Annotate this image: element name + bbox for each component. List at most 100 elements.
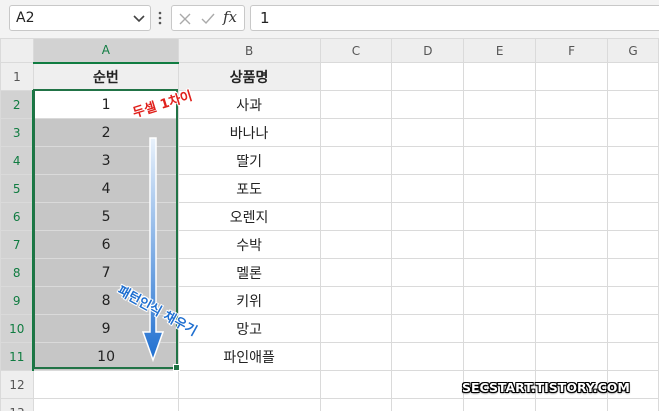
cell[interactable] [391, 342, 465, 371]
cell[interactable] [391, 174, 465, 203]
row-header[interactable]: 8 [0, 258, 35, 287]
cell[interactable] [319, 174, 393, 203]
cell[interactable] [319, 62, 393, 91]
product-cell[interactable]: 딸기 [177, 146, 321, 175]
cell[interactable] [463, 398, 537, 411]
cell[interactable] [391, 314, 465, 343]
row-header[interactable]: 3 [0, 118, 35, 147]
product-cell[interactable]: 망고 [177, 314, 321, 343]
cell[interactable] [463, 258, 537, 287]
product-cell[interactable]: 수박 [177, 230, 321, 259]
cell[interactable] [607, 62, 659, 91]
column-header-e[interactable]: E [463, 38, 537, 63]
cell[interactable] [391, 118, 465, 147]
cell[interactable] [535, 90, 609, 119]
column-header-c[interactable]: C [319, 38, 393, 63]
cell[interactable] [607, 146, 659, 175]
cell[interactable] [391, 258, 465, 287]
cell[interactable] [535, 174, 609, 203]
chevron-down-icon[interactable] [132, 11, 146, 25]
product-cell[interactable]: 오렌지 [177, 202, 321, 231]
row-header[interactable]: 13 [0, 398, 34, 411]
cancel-icon[interactable] [178, 12, 192, 26]
cell[interactable] [463, 174, 537, 203]
fill-handle[interactable] [173, 364, 180, 371]
cell[interactable] [607, 230, 659, 259]
header-cell-number[interactable]: 순번 [32, 62, 179, 91]
cell[interactable] [607, 314, 659, 343]
cell[interactable] [319, 230, 393, 259]
row-header[interactable]: 5 [0, 174, 35, 203]
cell[interactable] [463, 230, 537, 259]
row-header[interactable]: 1 [0, 62, 34, 91]
cell[interactable] [535, 62, 609, 91]
row-header[interactable]: 11 [0, 342, 35, 371]
cell[interactable] [319, 118, 393, 147]
row-header[interactable]: 2 [0, 90, 35, 119]
cell[interactable] [535, 258, 609, 287]
cell[interactable] [177, 370, 321, 399]
cell[interactable] [32, 398, 179, 411]
cell[interactable] [463, 90, 537, 119]
cell[interactable] [463, 118, 537, 147]
cell[interactable] [319, 370, 393, 399]
column-header-g[interactable]: G [607, 38, 659, 63]
cell[interactable] [319, 146, 393, 175]
cell[interactable] [535, 146, 609, 175]
column-header-a[interactable]: A [32, 38, 179, 64]
cell[interactable] [607, 90, 659, 119]
cell[interactable] [535, 286, 609, 315]
cell[interactable] [535, 230, 609, 259]
cell[interactable] [535, 342, 609, 371]
column-header-f[interactable]: F [535, 38, 609, 63]
cell[interactable] [463, 202, 537, 231]
product-cell[interactable]: 키위 [177, 286, 321, 315]
more-options-icon[interactable] [157, 9, 163, 27]
cell[interactable] [463, 62, 537, 91]
product-cell[interactable]: 사과 [177, 90, 321, 119]
product-cell[interactable]: 멜론 [177, 258, 321, 287]
cell[interactable] [319, 342, 393, 371]
cell[interactable] [391, 90, 465, 119]
header-cell-product[interactable]: 상품명 [177, 62, 321, 91]
cell[interactable] [319, 90, 393, 119]
row-header[interactable]: 10 [0, 314, 35, 343]
select-all-corner[interactable] [0, 38, 34, 63]
cell[interactable] [32, 370, 179, 399]
cell[interactable] [319, 398, 393, 411]
cell[interactable] [607, 174, 659, 203]
cell[interactable] [391, 286, 465, 315]
name-box[interactable]: A2 [9, 5, 151, 31]
cell[interactable] [463, 146, 537, 175]
cell[interactable] [535, 398, 609, 411]
cell[interactable] [535, 202, 609, 231]
cell[interactable] [177, 398, 321, 411]
cell[interactable] [391, 202, 465, 231]
cell[interactable] [463, 286, 537, 315]
cell[interactable] [535, 118, 609, 147]
cell[interactable] [391, 370, 465, 399]
product-cell[interactable]: 바나나 [177, 118, 321, 147]
cell[interactable] [463, 314, 537, 343]
column-header-d[interactable]: D [391, 38, 465, 63]
check-icon[interactable] [200, 12, 216, 26]
cell[interactable] [607, 258, 659, 287]
cell[interactable] [607, 118, 659, 147]
row-header[interactable]: 4 [0, 146, 35, 175]
cell[interactable] [607, 286, 659, 315]
cell[interactable] [319, 258, 393, 287]
product-cell[interactable]: 포도 [177, 174, 321, 203]
row-header[interactable]: 12 [0, 370, 34, 399]
cell[interactable] [391, 62, 465, 91]
cell[interactable] [319, 202, 393, 231]
column-header-b[interactable]: B [177, 38, 321, 63]
formula-input[interactable]: 1 [250, 5, 659, 31]
cell[interactable] [607, 398, 659, 411]
row-header[interactable]: 6 [0, 202, 35, 231]
cell[interactable] [535, 314, 609, 343]
row-header[interactable]: 9 [0, 286, 35, 315]
cell[interactable] [319, 286, 393, 315]
cell[interactable] [391, 146, 465, 175]
cell[interactable] [607, 342, 659, 371]
cell[interactable] [319, 314, 393, 343]
